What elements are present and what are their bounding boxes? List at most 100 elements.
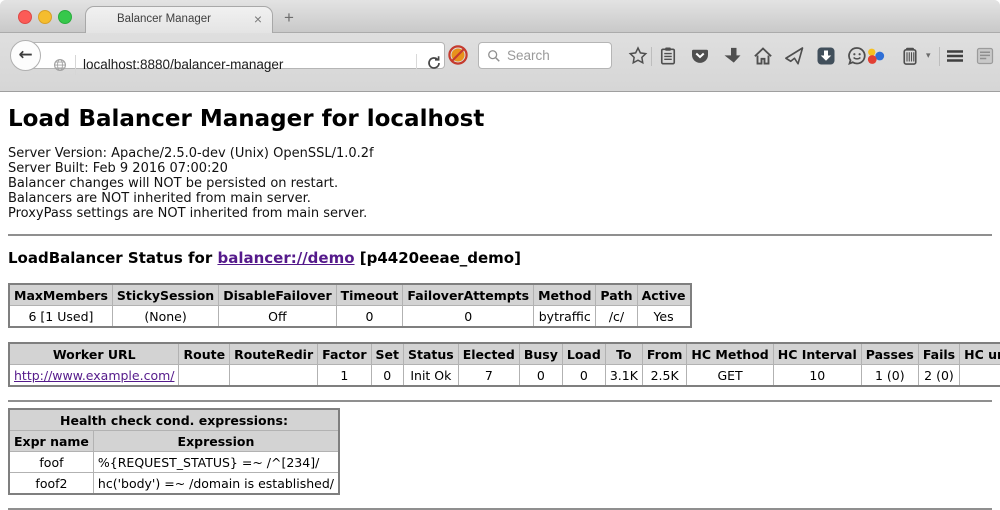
section-divider (8, 234, 992, 236)
status-heading-prefix: LoadBalancer Status for (8, 249, 217, 267)
column-header: Method (534, 284, 596, 306)
column-header: DisableFailover (219, 284, 336, 306)
browser-chrome: Balancer Manager × + localhost:8880/bala… (0, 0, 1000, 92)
timeout-cell: 0 (336, 306, 403, 328)
disablefailover-cell: Off (219, 306, 336, 328)
home-icon[interactable] (753, 46, 773, 66)
close-window-button[interactable] (18, 10, 32, 24)
content-blocked-icon[interactable] (447, 44, 469, 70)
failoverattempts-cell: 0 (403, 306, 534, 328)
column-header: Path (596, 284, 637, 306)
bookmark-star-icon[interactable] (628, 46, 648, 66)
load-cell: 0 (562, 365, 605, 387)
save-square-icon[interactable] (816, 46, 836, 66)
send-plane-icon[interactable] (784, 46, 804, 66)
minimize-window-button[interactable] (38, 10, 52, 24)
proxypass-notice-line: ProxyPass settings are NOT inherited fro… (8, 206, 992, 221)
reload-icon[interactable] (426, 55, 442, 75)
method-cell: bytraffic (534, 306, 596, 328)
passes-cell: 1 (0) (861, 365, 918, 387)
column-header: To (605, 343, 642, 365)
column-header: Worker URL (9, 343, 179, 365)
server-built-line: Server Built: Feb 9 2016 07:00:20 (8, 161, 992, 176)
search-input[interactable] (505, 47, 609, 64)
column-header: HC uri (960, 343, 1000, 365)
table-header-row: MaxMembers StickySession DisableFailover… (9, 284, 691, 306)
factor-cell: 1 (318, 365, 371, 387)
column-header: Expr name (9, 431, 93, 452)
browser-tab[interactable]: Balancer Manager × (85, 6, 273, 33)
search-icon (487, 49, 501, 63)
url-bar[interactable]: localhost:8880/balancer-manager (12, 42, 445, 69)
zoom-window-button[interactable] (58, 10, 72, 24)
column-header: HC Method (687, 343, 773, 365)
column-header: StickySession (112, 284, 218, 306)
chevron-down-icon[interactable]: ▾ (926, 51, 931, 61)
pocket-icon[interactable] (690, 46, 710, 66)
health-check-table: Health check cond. expressions: Expr nam… (8, 408, 340, 495)
maxmembers-cell: 6 [1 Used] (9, 306, 112, 328)
urlbar-divider (416, 54, 417, 75)
worker-status-table: Worker URL Route RouteRedir Factor Set S… (8, 342, 1000, 387)
column-header: RouteRedir (230, 343, 318, 365)
chat-smiley-icon[interactable] (847, 46, 867, 66)
column-header: Expression (93, 431, 339, 452)
expression-cell: %{REQUEST_STATUS} =~ /^[234]/ (93, 452, 339, 473)
urlbar-divider (75, 55, 76, 75)
page-title: Load Balancer Manager for localhost (8, 106, 992, 133)
balancer-demo-link[interactable]: balancer://demo (217, 249, 354, 267)
column-header: Status (404, 343, 459, 365)
column-header: Passes (861, 343, 918, 365)
column-header: Route (179, 343, 230, 365)
table-header-row: Worker URL Route RouteRedir Factor Set S… (9, 343, 1000, 365)
globe-icon (53, 57, 67, 76)
table-row: foof %{REQUEST_STATUS} =~ /^[234]/ (9, 452, 339, 473)
toolbar-divider (939, 47, 940, 66)
loadbalancer-status-heading: LoadBalancer Status for balancer://demo … (8, 249, 992, 267)
persist-notice-line: Balancer changes will NOT be persisted o… (8, 176, 992, 191)
container-bin-icon[interactable] (900, 46, 920, 66)
elected-cell: 7 (458, 365, 519, 387)
column-header: HC Interval (773, 343, 861, 365)
server-info: Server Version: Apache/2.5.0-dev (Unix) … (8, 146, 992, 221)
health-table-title: Health check cond. expressions: (9, 409, 339, 431)
tab-grid-icon[interactable] (975, 46, 995, 66)
active-cell: Yes (637, 306, 690, 328)
status-heading-suffix: [p4420eeae_demo] (355, 249, 521, 267)
page-content: Load Balancer Manager for localhost Serv… (0, 106, 1000, 510)
column-header: Factor (318, 343, 371, 365)
back-button[interactable]: ← (10, 40, 41, 71)
table-title-row: Health check cond. expressions: (9, 409, 339, 431)
tab-close-icon[interactable]: × (254, 11, 262, 27)
to-cell: 3.1K (605, 365, 642, 387)
titlebar: Balancer Manager × + (0, 0, 1000, 33)
clipboard-icon[interactable] (658, 46, 678, 66)
navigation-toolbar: localhost:8880/balancer-manager ← (0, 33, 1000, 92)
balancer-settings-table: MaxMembers StickySession DisableFailover… (8, 283, 692, 328)
toolbar-divider (651, 47, 652, 66)
downloads-arrow-icon[interactable] (722, 46, 742, 66)
colored-dots-icon[interactable] (866, 46, 886, 66)
column-header: Set (371, 343, 403, 365)
path-cell: /c/ (596, 306, 637, 328)
url-text[interactable]: localhost:8880/balancer-manager (83, 57, 283, 72)
worker-url-link[interactable]: http://www.example.com/ (14, 368, 174, 383)
hc-interval-cell: 10 (773, 365, 861, 387)
table-row: 6 [1 Used] (None) Off 0 0 bytraffic /c/ … (9, 306, 691, 328)
fails-cell: 2 (0) (918, 365, 959, 387)
from-cell: 2.5K (642, 365, 687, 387)
set-cell: 0 (371, 365, 403, 387)
column-header: FailoverAttempts (403, 284, 534, 306)
column-header: MaxMembers (9, 284, 112, 306)
status-cell: Init Ok (404, 365, 459, 387)
column-header: Load (562, 343, 605, 365)
routeredir-cell (230, 365, 318, 387)
menu-hamburger-icon[interactable] (945, 46, 965, 66)
balancers-notice-line: Balancers are NOT inherited from main se… (8, 191, 992, 206)
new-tab-button[interactable]: + (284, 8, 294, 28)
stickysession-cell: (None) (112, 306, 218, 328)
server-version-line: Server Version: Apache/2.5.0-dev (Unix) … (8, 146, 992, 161)
column-header: Fails (918, 343, 959, 365)
column-header: Timeout (336, 284, 403, 306)
search-bar[interactable] (478, 42, 612, 69)
